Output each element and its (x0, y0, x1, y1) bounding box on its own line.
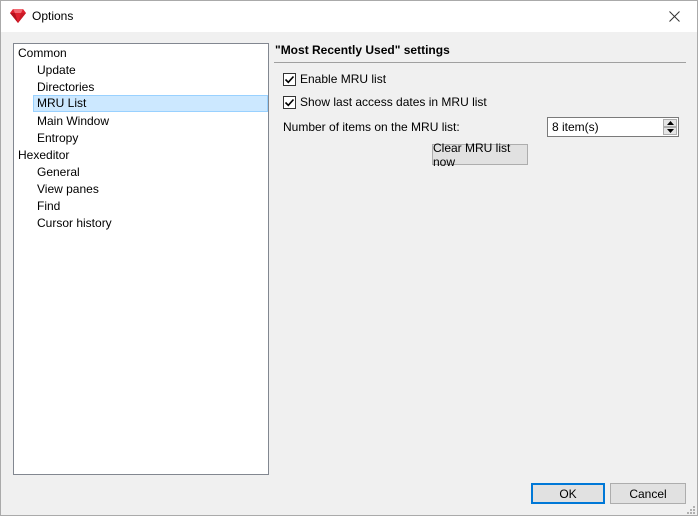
enable-mru-row[interactable]: Enable MRU list (283, 71, 386, 87)
ruby-gem-icon (10, 9, 26, 23)
close-icon (668, 9, 680, 25)
show-dates-checkbox[interactable] (283, 95, 296, 109)
settings-divider (274, 62, 686, 63)
tree-item-view-panes[interactable]: View panes (34, 181, 102, 198)
spin-up-button[interactable] (663, 119, 677, 127)
enable-mru-label: Enable MRU list (300, 72, 387, 86)
tree-item-mru-list[interactable]: MRU List (33, 95, 268, 112)
tree-item-hexeditor[interactable]: Hexeditor (15, 147, 72, 164)
resize-grip-icon[interactable] (685, 503, 695, 514)
ok-button[interactable]: OK (531, 483, 605, 504)
tree-item-entropy[interactable]: Entropy (34, 130, 81, 147)
enable-mru-checkbox[interactable] (283, 72, 296, 86)
tree-item-general[interactable]: General (34, 164, 83, 181)
mru-count-spinbox[interactable]: 8 item(s) (547, 117, 679, 137)
mru-count-label: Number of items on the MRU list: (283, 120, 460, 134)
options-window: Options Common Update Directories MRU Li… (0, 0, 698, 516)
tree-item-find[interactable]: Find (34, 198, 63, 215)
title-bar: Options (1, 1, 697, 32)
tree-item-directories[interactable]: Directories (34, 79, 97, 96)
tree-item-cursor-history[interactable]: Cursor history (34, 215, 115, 232)
tree-item-main-window[interactable]: Main Window (34, 113, 112, 130)
close-button[interactable] (651, 1, 697, 32)
category-tree[interactable]: Common Update Directories MRU List Main … (13, 43, 269, 475)
show-dates-label: Show last access dates in MRU list (300, 95, 487, 109)
clear-mru-button[interactable]: Clear MRU list now (432, 141, 528, 169)
cancel-button[interactable]: Cancel (610, 483, 686, 504)
mru-count-value[interactable]: 8 item(s) (552, 120, 599, 134)
spin-down-button[interactable] (663, 127, 677, 135)
window-title: Options (32, 9, 74, 23)
tree-item-common[interactable]: Common (15, 45, 70, 62)
arrow-up-icon (666, 121, 674, 125)
checkmark-icon (284, 75, 295, 83)
spin-buttons (663, 119, 677, 135)
checkmark-icon (284, 98, 295, 106)
tree-item-update[interactable]: Update (34, 62, 79, 79)
arrow-down-icon (666, 129, 674, 133)
settings-title: "Most Recently Used" settings (275, 43, 450, 57)
show-dates-row[interactable]: Show last access dates in MRU list (283, 94, 487, 110)
